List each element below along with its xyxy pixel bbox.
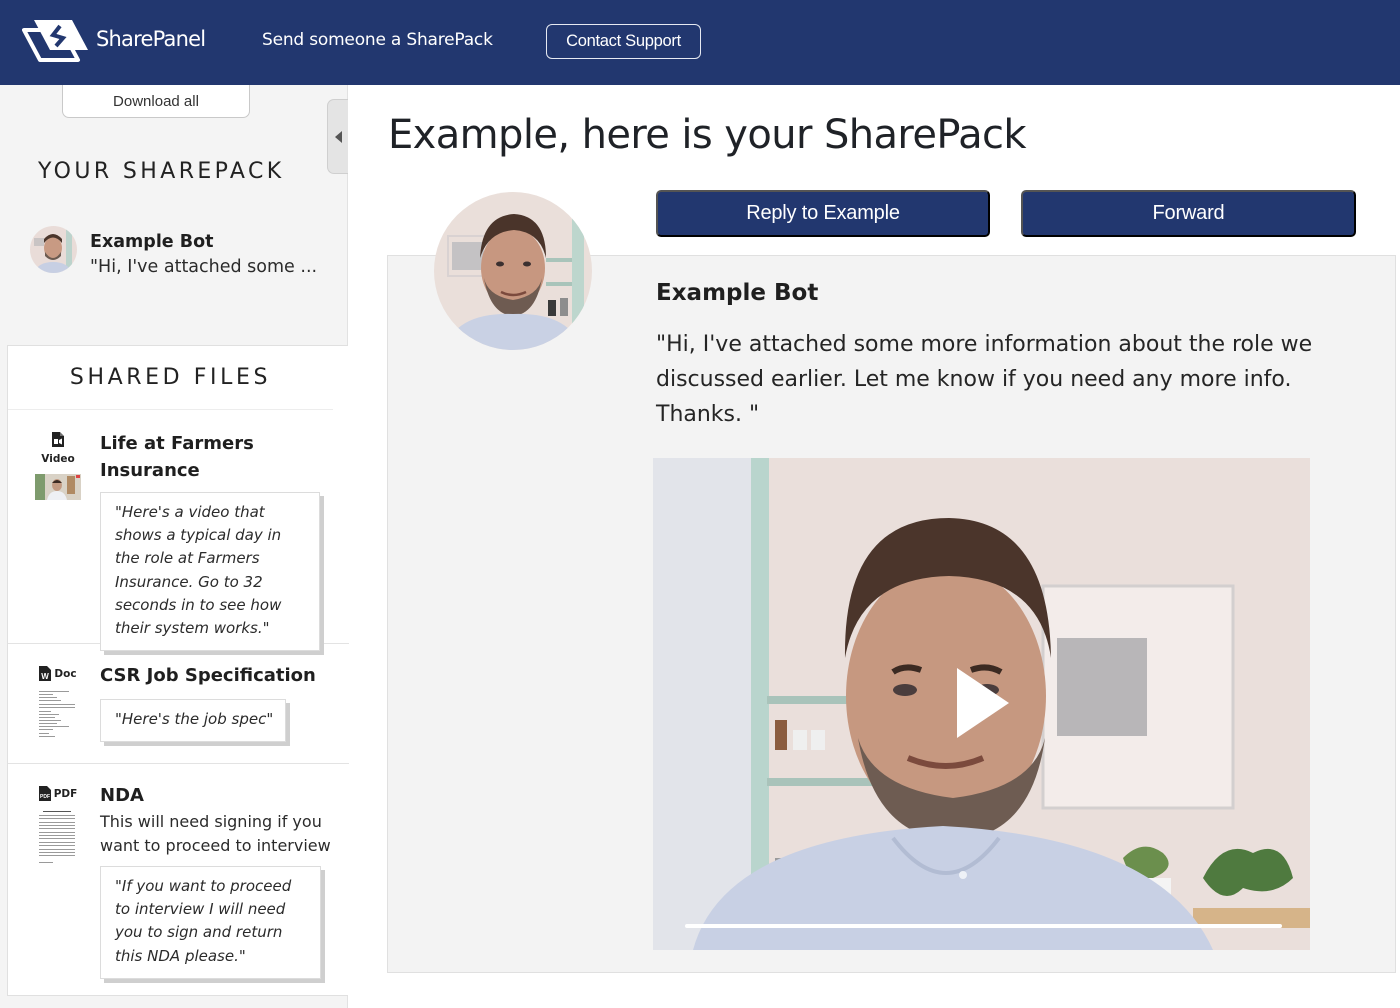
shared-files-panel: SHARED FILES Video Life at Farmers Insur… <box>7 345 349 996</box>
caret-left-icon <box>334 130 342 143</box>
file-description: This will need signing if you want to pr… <box>100 812 331 855</box>
collapse-sidebar-button[interactable] <box>327 99 348 174</box>
forward-button[interactable]: Forward <box>1021 190 1356 237</box>
document-thumbnail[interactable] <box>37 809 79 865</box>
file-type-label: Video <box>41 453 75 465</box>
sender-avatar <box>30 226 77 273</box>
file-type-badge: PDF PDF <box>34 786 82 865</box>
contact-support-button[interactable]: Contact Support <box>546 24 701 59</box>
file-title[interactable]: NDA <box>100 782 330 809</box>
sharepanel-logo-icon <box>22 20 88 62</box>
file-note: "If you want to proceed to interview I w… <box>100 866 321 979</box>
shared-file-item[interactable]: PDF PDF NDA This will need signing if yo… <box>8 764 349 996</box>
file-video-icon <box>52 432 64 447</box>
svg-text:W: W <box>42 672 50 681</box>
shared-file-item[interactable]: W Doc CSR Job Specification "Here's the … <box>8 644 349 764</box>
file-type-label: Doc <box>54 667 77 680</box>
page-title: Example, here is your SharePack <box>388 112 1027 158</box>
play-icon[interactable] <box>957 668 1009 738</box>
file-note: "Here's a video that shows a typical day… <box>100 492 320 652</box>
file-type-badge: Video <box>34 432 82 500</box>
download-all-button[interactable]: Download all <box>62 85 250 118</box>
document-thumbnail[interactable] <box>37 689 79 741</box>
file-pdf-icon: PDF <box>38 786 51 801</box>
file-title[interactable]: Life at Farmers Insurance <box>100 430 330 484</box>
message-sender-name: Example Bot <box>656 280 819 306</box>
shared-file-item[interactable]: Video Life at Farmers Insurance "Here's … <box>8 410 349 652</box>
file-title[interactable]: CSR Job Specification <box>100 662 330 689</box>
sender-message-preview: "Hi, I've attached some ... <box>90 257 318 277</box>
shared-files-title: SHARED FILES <box>8 346 333 410</box>
top-navigation-bar: SharePanel Send someone a SharePack Cont… <box>0 0 1400 85</box>
sender-name: Example Bot <box>90 232 214 252</box>
brand-name: SharePanel <box>96 27 206 51</box>
message-body: "Hi, I've attached some more information… <box>656 332 1313 427</box>
file-word-icon: W <box>39 666 52 681</box>
brand-logo-link[interactable]: SharePanel <box>22 16 206 66</box>
sharepack-section-title: YOUR SHAREPACK <box>38 159 285 184</box>
sender-avatar-large <box>434 192 592 350</box>
sharepack-sender-item[interactable]: Example Bot "Hi, I've attached some ... <box>30 226 317 277</box>
file-note: "Here's the job spec" <box>100 699 287 743</box>
file-type-badge: W Doc <box>34 666 82 741</box>
video-progress-bar[interactable] <box>685 924 1282 928</box>
video-thumbnail[interactable] <box>35 474 81 500</box>
send-sharepack-link[interactable]: Send someone a SharePack <box>262 30 493 50</box>
sidebar: Download all YOUR SHAREPACK Example Bot … <box>0 85 349 1008</box>
reply-button[interactable]: Reply to Example <box>656 190 990 237</box>
svg-text:PDF: PDF <box>40 794 50 800</box>
file-type-label: PDF <box>53 787 78 800</box>
